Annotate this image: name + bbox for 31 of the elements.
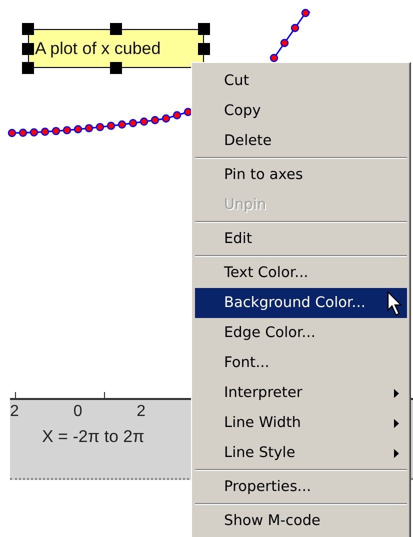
menu-item[interactable]: Text Color...	[195, 258, 407, 288]
submenu-arrow-icon	[394, 388, 399, 398]
menu-item[interactable]: Line Style	[195, 438, 407, 468]
mouse-pointer-icon	[387, 291, 403, 317]
menu-item[interactable]: Show M-code	[195, 506, 407, 536]
menu-item[interactable]: Copy	[195, 96, 407, 126]
menu-item[interactable]: Background Color...	[195, 288, 407, 318]
resize-handle[interactable]	[198, 23, 210, 35]
submenu-arrow-icon	[394, 448, 399, 458]
curve-segment-drawing	[270, 8, 310, 62]
text-annotation[interactable]: A plot of x cubed	[28, 29, 204, 68]
resize-handle[interactable]	[110, 62, 122, 74]
resize-handle[interactable]	[22, 62, 34, 74]
tick-label: 2	[10, 403, 20, 421]
tick-label: 2	[136, 403, 147, 421]
resize-handle[interactable]	[22, 43, 34, 55]
menu-item[interactable]: Font...	[195, 348, 407, 378]
menu-item[interactable]: Interpreter	[195, 378, 407, 408]
menu-item[interactable]: Properties...	[195, 472, 407, 502]
menu-item[interactable]: Cut	[195, 66, 407, 96]
menu-item[interactable]: Edit	[195, 224, 407, 254]
resize-handle[interactable]	[198, 43, 210, 55]
menu-item[interactable]: Pin to axes	[195, 160, 407, 190]
menu-item[interactable]: Delete	[195, 126, 407, 156]
resize-handle[interactable]	[22, 23, 34, 35]
menu-item[interactable]: Edge Color...	[195, 318, 407, 348]
axis-label: X = -2π to 2π	[42, 427, 144, 447]
menu-item[interactable]: Line Width	[195, 408, 407, 438]
resize-handle[interactable]	[110, 23, 122, 35]
tick-label: 0	[73, 403, 84, 421]
submenu-arrow-icon	[394, 418, 399, 428]
